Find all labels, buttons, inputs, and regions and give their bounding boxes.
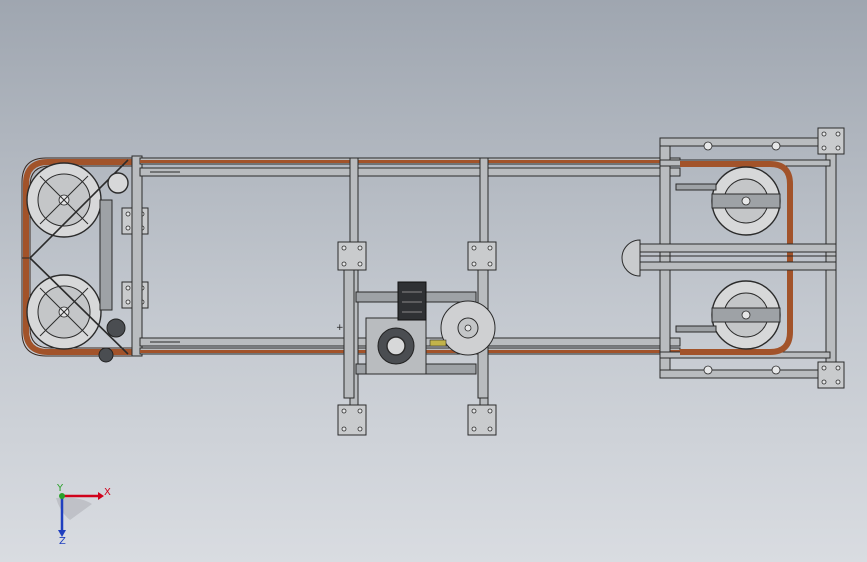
svg-text:+: + [336, 323, 344, 333]
cad-viewport[interactable]: + X Y Z [0, 0, 867, 562]
y-axis-label: Y [57, 483, 64, 494]
drive-sprocket [106, 318, 126, 338]
idler-pulley [107, 172, 129, 194]
blade-guide [621, 239, 641, 277]
left-wheel-housing [21, 155, 149, 363]
orientation-triad[interactable] [56, 492, 104, 537]
motor [397, 281, 427, 321]
sawmill-assembly-model[interactable]: + [0, 0, 867, 562]
z-axis-label: Z [59, 536, 66, 547]
x-axis-label: X [104, 487, 111, 498]
saw-carriage[interactable]: + [336, 157, 497, 436]
